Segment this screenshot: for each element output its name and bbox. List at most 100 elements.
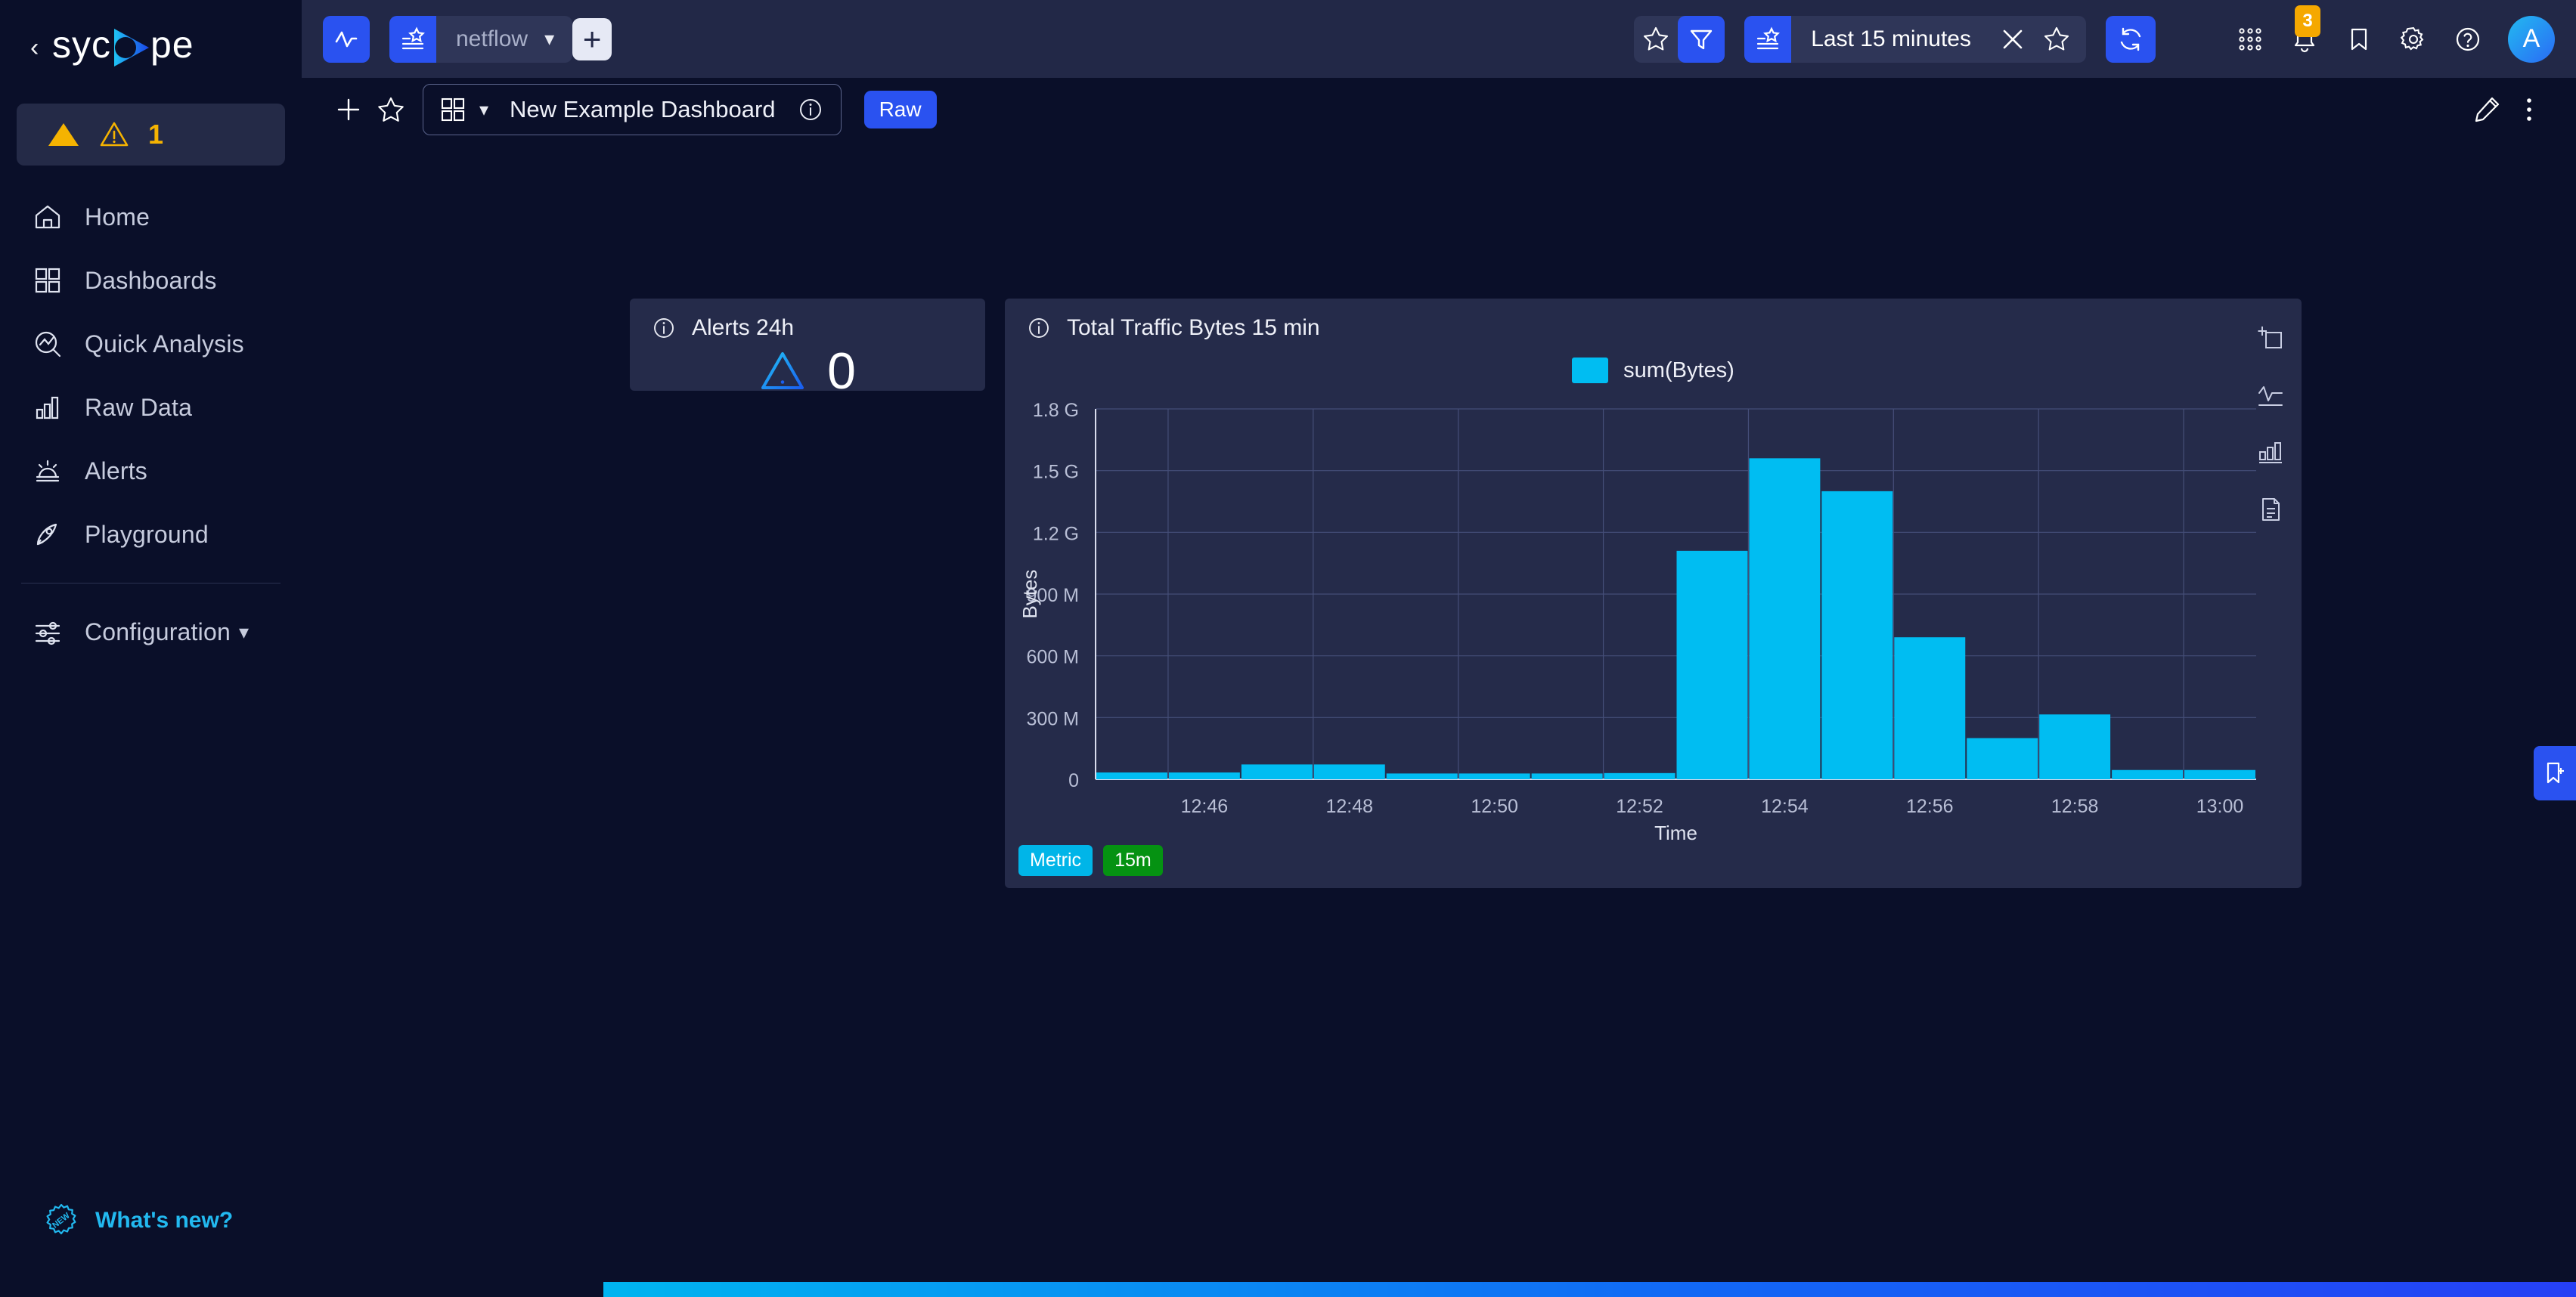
avatar[interactable]: A (2508, 15, 2555, 63)
sidebar-item-dashboards[interactable]: Dashboards (0, 249, 302, 312)
sidebar-alert-badge[interactable]: 1 (17, 104, 285, 166)
sidebar-item-raw-data[interactable]: Raw Data (0, 376, 302, 439)
sidebar-item-label: Dashboards (85, 266, 217, 294)
legend-label: sum(Bytes) (1623, 358, 1734, 382)
page-title: New Example Dashboard (510, 96, 776, 122)
sidebar-item-configuration[interactable]: Configuration ▾ (0, 600, 302, 664)
refresh-icon[interactable] (2106, 15, 2156, 63)
bottom-progress-bar (603, 1282, 2576, 1297)
chart-bar[interactable] (1749, 458, 1821, 779)
warning-triangle-icon (759, 350, 806, 392)
chart-widget-header: Total Traffic Bytes 15 min (1005, 299, 2302, 341)
chart-bar[interactable] (1531, 773, 1603, 779)
svg-text:300 M: 300 M (1027, 708, 1079, 729)
sycope-logo[interactable]: syc pe (52, 24, 249, 71)
chart-bar[interactable] (1096, 772, 1167, 779)
gear-icon[interactable] (2392, 17, 2435, 61)
pencil-icon[interactable] (2466, 88, 2508, 131)
tag-metric[interactable]: Metric (1018, 845, 1093, 876)
info-circle-icon[interactable] (797, 96, 824, 123)
bookmark-add-icon[interactable] (2534, 746, 2576, 800)
chart-tag-list: Metric 15m (1018, 845, 1163, 876)
chart-bar[interactable] (2112, 769, 2184, 779)
datasource-name[interactable]: netflow (436, 26, 544, 52)
chevron-down-icon[interactable]: ▾ (544, 27, 572, 51)
info-circle-icon[interactable] (1026, 315, 1052, 341)
sidebar-item-alerts[interactable]: Alerts (0, 439, 302, 503)
sidebar-alert-count: 1 (148, 119, 164, 150)
svg-text:1.2 G: 1.2 G (1033, 523, 1079, 544)
chart-bar[interactable] (1604, 772, 1675, 779)
warning-triangle-icon (100, 121, 129, 148)
main-area: netflow ▾ + Last 15 minutes 3 A ▾ New Ex… (302, 0, 2576, 1297)
sidebar-collapse-icon[interactable]: ‹ (30, 35, 39, 60)
line-chart-icon[interactable] (2253, 377, 2288, 412)
svg-text:pe: pe (150, 24, 194, 66)
saved-list-icon[interactable] (389, 15, 436, 63)
chart-bar[interactable] (1168, 772, 1240, 779)
analysis-magnifier-icon (33, 330, 62, 358)
sidebar-item-playground[interactable]: Playground (0, 503, 302, 566)
grid-icon (33, 266, 62, 295)
top-bar: netflow ▾ + Last 15 minutes 3 A (302, 0, 2576, 78)
bar-chart-icon (33, 393, 62, 422)
svg-text:12:48: 12:48 (1326, 796, 1374, 817)
bell-icon[interactable]: 3 (2283, 5, 2326, 61)
star-icon[interactable] (2035, 17, 2078, 61)
chart-bar[interactable] (1676, 550, 1748, 779)
sidebar-item-label: Raw Data (85, 393, 193, 421)
chart-bar[interactable] (1458, 773, 1530, 779)
topbar-right-icons: 3 A (2228, 5, 2555, 63)
apps-grid-icon[interactable] (2228, 17, 2272, 61)
svg-text:Bytes: Bytes (1018, 569, 1041, 618)
star-icon[interactable] (370, 88, 412, 131)
sidebar-nav: Home Dashboards Quick Analysis Raw Data … (0, 185, 302, 664)
chart-bar[interactable] (1967, 738, 2038, 779)
bookmark-icon[interactable] (2337, 17, 2381, 61)
sidebar-item-label: Quick Analysis (85, 330, 244, 358)
rocket-icon (33, 520, 62, 549)
chart-bar[interactable] (1894, 637, 1966, 779)
chart-bar[interactable] (1386, 773, 1458, 779)
dashboard-content: Alerts 24h 0 Total Traffic Bytes 15 min … (302, 141, 2576, 1297)
help-circle-icon[interactable] (2446, 17, 2490, 61)
svg-text:12:54: 12:54 (1761, 796, 1809, 817)
chart-tool-strip (2253, 320, 2288, 527)
whats-new-button[interactable]: NEW What's new? (44, 1203, 233, 1238)
sidebar-item-quick-analysis[interactable]: Quick Analysis (0, 312, 302, 376)
datasource-selector[interactable]: netflow ▾ (389, 15, 573, 63)
chart-plot-area: 0 300 M 600 M 900 M 1.2 G 1.5 G 1.8 G 12:46 12:4… (1005, 380, 2302, 888)
saved-list-icon[interactable] (1744, 15, 1792, 63)
svg-text:0: 0 (1068, 770, 1079, 791)
chart-bar[interactable] (1313, 764, 1385, 779)
kebab-menu-icon[interactable] (2508, 88, 2550, 131)
close-x-icon[interactable] (1991, 17, 2035, 61)
sidebar-item-home[interactable]: Home (0, 185, 302, 249)
chart-bar[interactable] (1241, 764, 1313, 779)
tag-interval[interactable]: 15m (1103, 845, 1163, 876)
plus-icon[interactable] (327, 88, 370, 131)
chevron-down-icon[interactable]: ▾ (239, 621, 249, 644)
chevron-down-icon[interactable]: ▾ (479, 99, 488, 121)
add-datasource-button[interactable]: + (572, 17, 612, 60)
whats-new-label: What's new? (95, 1208, 234, 1233)
chart-bar[interactable] (2184, 769, 2255, 779)
chart-bar[interactable] (2039, 714, 2111, 779)
pulse-icon[interactable] (323, 15, 370, 63)
time-range-selector[interactable]: Last 15 minutes (1744, 15, 2086, 63)
chart-bar[interactable] (1821, 491, 1893, 779)
time-range-label[interactable]: Last 15 minutes (1791, 26, 1991, 52)
filter-icon[interactable] (1678, 15, 1725, 63)
svg-text:Time: Time (1654, 822, 1697, 844)
add-panel-icon[interactable] (2253, 320, 2288, 354)
bar-chart-svg[interactable]: 0300 M600 M900 M1.2 G1.5 G1.8 G12:46 12:4… (1005, 380, 2302, 888)
document-icon[interactable] (2253, 492, 2288, 527)
siren-icon (33, 457, 62, 485)
info-circle-icon[interactable] (651, 315, 677, 341)
star-icon[interactable] (1634, 17, 1678, 61)
traffic-chart-widget: Total Traffic Bytes 15 min sum(Bytes) 0 3… (1005, 299, 2302, 888)
dashboard-selector[interactable]: ▾ New Example Dashboard (423, 84, 842, 135)
warning-triangle-filled-icon (47, 122, 80, 147)
raw-badge[interactable]: Raw (863, 91, 937, 128)
bar-chart-icon[interactable] (2253, 435, 2288, 469)
